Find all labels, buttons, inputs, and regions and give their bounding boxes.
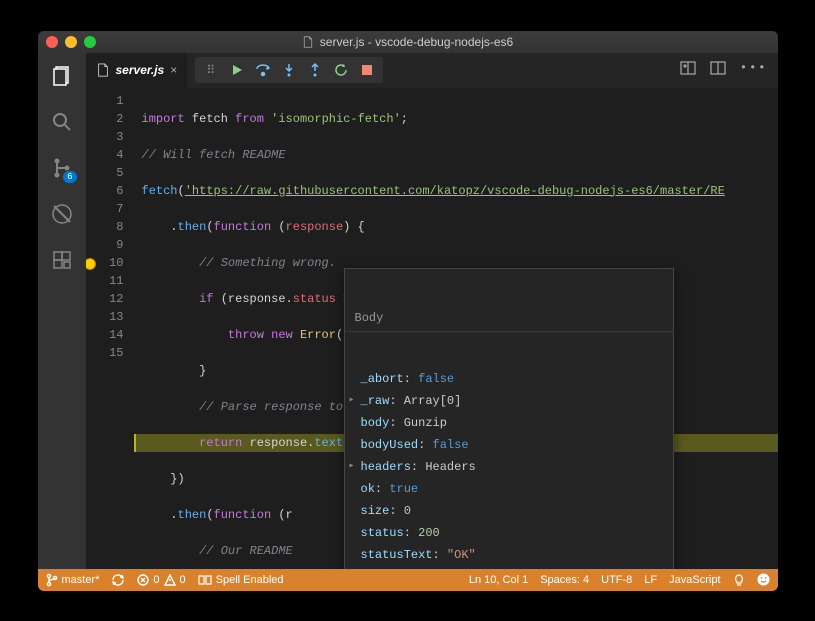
book-icon [198,574,212,586]
eol[interactable]: LF [644,574,657,586]
split-preview-icon[interactable] [680,61,696,79]
hover-property-row[interactable]: timeout: 0 [345,566,673,569]
line-number: 14 [86,326,124,344]
language-mode[interactable]: JavaScript [669,574,720,586]
line-number: 6 [86,182,124,200]
sync-button[interactable] [111,573,125,587]
warning-count: 0 [180,574,186,586]
encoding[interactable]: UTF-8 [601,574,632,586]
error-count: 0 [153,574,159,586]
debug-icon[interactable] [49,201,75,227]
line-number: 4 [86,146,124,164]
tab-label: server.js [116,63,165,77]
hover-header: Body [345,305,673,332]
editor-area: server.js × ⠿ ••• [86,53,778,569]
hover-property-row[interactable]: statusText: "OK" [345,544,673,566]
vscode-window: server.js - vscode-debug-nodejs-es6 6 [38,31,778,591]
smiley-icon [757,573,770,586]
sync-icon [111,573,125,587]
hover-property-row[interactable]: ok: true [345,478,673,500]
hover-property-row[interactable]: headers: Headers [345,456,673,478]
close-window-button[interactable] [46,36,58,48]
feedback-icon[interactable] [733,574,745,586]
smiley-icon[interactable] [757,573,770,586]
spell-check[interactable]: Spell Enabled [198,574,284,586]
maximize-window-button[interactable] [84,36,96,48]
hover-property-row[interactable]: bodyUsed: false [345,434,673,456]
branch-label: master* [62,574,100,586]
problems[interactable]: 0 0 [137,574,185,586]
lightbulb-icon [733,574,745,586]
line-number: 15 [86,344,124,362]
line-number: 5 [86,164,124,182]
explorer-icon[interactable] [49,63,75,89]
status-bar: master* 0 0 Spell Enabled Ln 10, Col 1 S… [38,569,778,591]
more-actions-icon[interactable]: ••• [740,61,768,79]
debug-hover-popup[interactable]: Body _abort: false_raw: Array[0]body: Gu… [344,268,674,569]
close-tab-icon[interactable]: × [170,63,177,77]
line-number: 13 [86,308,124,326]
search-icon[interactable] [49,109,75,135]
line-number: 8 [86,218,124,236]
debug-toolbar: ⠿ [195,57,383,83]
restart-button[interactable] [333,62,349,78]
git-branch[interactable]: master* [46,573,100,587]
code-editor[interactable]: 1 2 3 4 5 6 7 8 9 10 11 12 13 14 15 impo… [86,88,778,569]
step-into-button[interactable] [281,62,297,78]
gutter: 1 2 3 4 5 6 7 8 9 10 11 12 13 14 15 [86,88,134,569]
continue-button[interactable] [229,62,245,78]
editor-actions: ••• [670,61,778,79]
extensions-icon[interactable] [49,247,75,273]
step-over-button[interactable] [255,62,271,78]
error-icon [137,574,149,586]
code-content[interactable]: import fetch from 'isomorphic-fetch'; //… [134,88,778,569]
hover-property-row[interactable]: size: 0 [345,500,673,522]
traffic-lights [46,36,96,48]
tab-server-js[interactable]: server.js × [86,53,188,88]
window-title: server.js - vscode-debug-nodejs-es6 [302,35,513,49]
line-number: 2 [86,110,124,128]
minimize-window-button[interactable] [65,36,77,48]
drag-handle-icon[interactable]: ⠿ [203,62,219,78]
file-icon [96,63,110,77]
line-number-breakpoint[interactable]: 10 [86,254,124,272]
line-number: 3 [86,128,124,146]
stop-button[interactable] [359,62,375,78]
cursor-position[interactable]: Ln 10, Col 1 [469,574,528,586]
line-number: 1 [86,92,124,110]
window-title-text: server.js - vscode-debug-nodejs-es6 [320,35,513,49]
hover-property-row[interactable]: _abort: false [345,368,673,390]
branch-icon [46,573,58,587]
hover-property-row[interactable]: _raw: Array[0] [345,390,673,412]
line-number: 9 [86,236,124,254]
indentation[interactable]: Spaces: 4 [540,574,589,586]
hover-property-row[interactable]: status: 200 [345,522,673,544]
line-number: 12 [86,290,124,308]
warning-icon [164,574,176,586]
tabs-row: server.js × ⠿ ••• [86,53,778,88]
activity-bar: 6 [38,53,86,569]
titlebar: server.js - vscode-debug-nodejs-es6 [38,31,778,53]
hover-property-row[interactable]: body: Gunzip [345,412,673,434]
line-number: 7 [86,200,124,218]
step-out-button[interactable] [307,62,323,78]
split-editor-icon[interactable] [710,61,726,79]
source-control-icon[interactable]: 6 [49,155,75,181]
line-number: 11 [86,272,124,290]
file-icon [302,36,314,48]
source-control-badge: 6 [63,171,76,183]
spell-label: Spell Enabled [216,574,284,586]
